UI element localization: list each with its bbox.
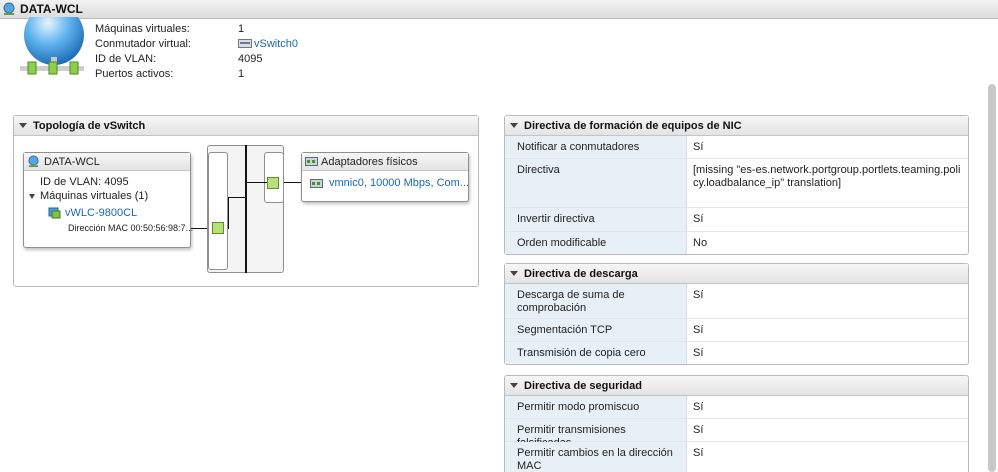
security-header[interactable]: Directiva de seguridad	[505, 376, 968, 396]
switch-bus-vertical-left	[228, 197, 229, 229]
summary-value-vswitch[interactable]: vSwitch0	[238, 38, 298, 50]
property-value: Sí	[693, 347, 704, 359]
property-key: Invertir directiva	[505, 208, 687, 231]
portgroup-vlan: ID de VLAN: 4095	[40, 176, 129, 188]
portgroup-name: DATA-WCL	[44, 155, 100, 168]
vswitch-port-slot-left	[208, 152, 228, 270]
property-row: Descarga de suma de comprobación Sí	[505, 284, 968, 319]
network-globe-icon	[20, 17, 84, 75]
collapse-triangle-icon[interactable]	[19, 123, 27, 128]
collapse-triangle-icon[interactable]	[510, 383, 518, 388]
property-row: Directiva [missing "es-es.network.portgr…	[505, 159, 968, 208]
switch-bus-connector-top	[228, 197, 246, 198]
window-titlebar: DATA-WCL	[0, 0, 998, 19]
property-value: Sí	[693, 141, 704, 153]
nic-teaming-title: Directiva de formación de equipos de NIC	[524, 119, 742, 132]
portgroup-icon	[28, 155, 39, 168]
offload-title: Directiva de descarga	[524, 267, 638, 280]
portgroup-box-header[interactable]: DATA-WCL	[24, 153, 190, 171]
portgroup-box: DATA-WCL ID de VLAN: 4095 Máquinas virtu…	[23, 152, 194, 248]
portgroup-icon	[3, 2, 15, 15]
property-row: Permitir modo promiscuo Sí	[505, 396, 968, 419]
property-value: Sí	[693, 324, 704, 336]
adapters-box-header[interactable]: Adaptadores físicos	[302, 153, 468, 171]
vm-group-label: Máquinas virtuales (1)	[40, 190, 149, 202]
property-value: Sí	[693, 213, 704, 225]
property-row: Invertir directiva Sí	[505, 208, 968, 232]
property-value: [missing "es-es.network.portgroup.portle…	[693, 164, 961, 189]
property-row: Segmentación TCP Sí	[505, 319, 968, 342]
vm-mac-address: Dirección MAC 00:50:56:98:7...	[68, 223, 194, 233]
property-key: Permitir transmisiones falsificadas	[505, 419, 687, 449]
vm-group-toggle[interactable]: Máquinas virtuales (1)	[29, 190, 148, 202]
adapter-item[interactable]: vmnic0, 10000 Mbps, Com...	[310, 177, 469, 189]
property-row: Permitir cambios en la dirección MAC Sí	[505, 442, 968, 472]
physical-adapters-box: Adaptadores físicos vmnic0, 10000 Mbps, …	[301, 152, 469, 202]
property-key: Permitir modo promiscuo	[505, 396, 687, 418]
network-adapter-icon	[305, 157, 318, 166]
vswitch-icon	[238, 39, 252, 48]
property-row: Notificar a conmutadores Sí	[505, 136, 968, 159]
virtual-machine-icon	[48, 207, 61, 219]
summary-label: Máquinas virtuales:	[95, 23, 190, 35]
nic-teaming-panel: Directiva de formación de equipos de NIC…	[504, 115, 969, 255]
property-row: Transmisión de copia cero Sí	[505, 342, 968, 364]
summary-value: 1	[238, 68, 245, 80]
property-value: Sí	[693, 447, 704, 459]
property-row: Orden modificable No	[505, 232, 968, 254]
property-key: Descarga de suma de comprobación	[505, 284, 687, 318]
property-value: Sí	[693, 424, 704, 436]
collapse-triangle-icon[interactable]	[510, 123, 518, 128]
collapse-triangle-icon[interactable]	[510, 271, 518, 276]
property-key: Directiva	[505, 159, 687, 207]
summary-label: Puertos activos:	[95, 68, 174, 80]
window-title: DATA-WCL	[20, 2, 83, 16]
vswitch-link[interactable]: vSwitch0	[254, 38, 298, 50]
switch-backbone	[245, 145, 247, 273]
adapters-title: Adaptadores físicos	[321, 155, 418, 168]
scrollbar-thumb[interactable]	[988, 84, 996, 472]
uplink-port-square[interactable]	[267, 177, 279, 189]
offload-panel: Directiva de descarga Descarga de suma d…	[504, 263, 969, 365]
topology-panel-header[interactable]: Topología de vSwitch	[14, 116, 478, 136]
switch-bus-connector-right	[247, 182, 267, 183]
summary-value: 1	[238, 23, 245, 35]
nic-teaming-header[interactable]: Directiva de formación de equipos de NIC	[505, 116, 968, 136]
expand-triangle-icon[interactable]	[29, 193, 35, 199]
vm-name-link[interactable]: vWLC-9800CL	[65, 207, 137, 219]
offload-header[interactable]: Directiva de descarga	[505, 264, 968, 284]
vswitch-topology-panel: Topología de vSwitch DATA-WCL ID de VLAN…	[13, 115, 479, 287]
topology-panel-title: Topología de vSwitch	[33, 119, 146, 132]
security-title: Directiva de seguridad	[524, 379, 642, 392]
property-value: Sí	[693, 289, 704, 301]
summary-label: ID de VLAN:	[95, 53, 157, 65]
uplink-connection-line	[284, 182, 301, 183]
vm-port-square[interactable]	[212, 222, 224, 234]
security-panel: Directiva de seguridad Permitir modo pro…	[504, 375, 969, 472]
property-value: No	[693, 237, 708, 249]
property-key: Transmisión de copia cero	[505, 342, 687, 364]
property-row: Permitir transmisiones falsificadas Sí	[505, 419, 968, 449]
adapter-link[interactable]: vmnic0, 10000 Mbps, Com...	[329, 177, 469, 189]
network-adapter-icon	[310, 178, 323, 188]
summary-label: Conmutador virtual:	[95, 38, 191, 50]
summary-value: 4095	[238, 53, 263, 65]
property-value: Sí	[693, 401, 704, 413]
vm-item[interactable]: vWLC-9800CL	[48, 206, 137, 219]
property-key: Notificar a conmutadores	[505, 136, 687, 158]
property-key: Segmentación TCP	[505, 319, 687, 341]
property-key: Permitir cambios en la dirección MAC	[505, 442, 687, 472]
property-key: Orden modificable	[505, 232, 687, 254]
